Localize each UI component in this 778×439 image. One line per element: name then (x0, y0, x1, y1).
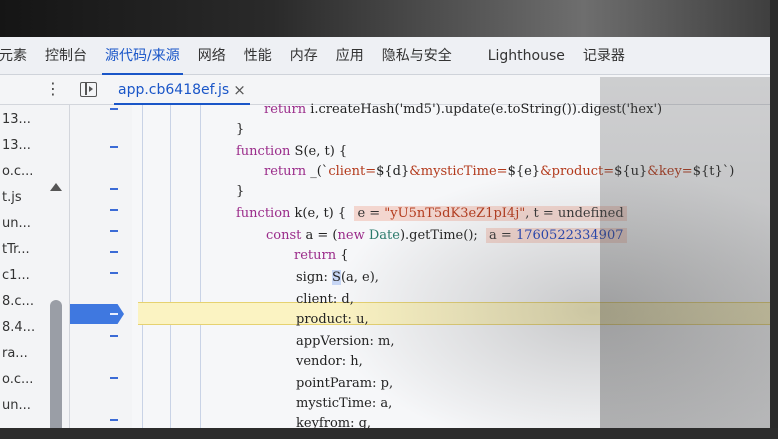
line-gutter[interactable] (70, 105, 132, 428)
code-line[interactable]: keyfrom: g, (296, 413, 371, 428)
close-icon[interactable]: × (233, 81, 246, 99)
gutter-marker (110, 419, 118, 421)
tab-application[interactable]: 应用 (327, 37, 373, 75)
code-line[interactable]: vendor: h, (296, 351, 363, 372)
inline-value-e-t: e = "yU5nT5dK3eZ1pI4j", t = undefined (354, 206, 627, 221)
navigator-item[interactable]: ra... (2, 341, 28, 367)
navigator-item[interactable]: 8.c... (2, 289, 34, 315)
gutter-marker (110, 108, 118, 110)
scroll-up-arrow-icon[interactable] (50, 183, 62, 191)
tab-sources[interactable]: 源代码/来源 (96, 37, 189, 75)
window-frame-top (0, 0, 778, 37)
navigator-item[interactable]: un... (2, 393, 31, 419)
tab-lighthouse[interactable]: Lighthouse (479, 37, 574, 75)
devtools-window: 元素 控制台 源代码/来源 网络 性能 内存 应用 隐私与安全 Lighthou… (0, 37, 770, 428)
code-line[interactable]: product: u, (296, 309, 369, 330)
code-line[interactable]: client: d, (296, 289, 354, 310)
navigator-scrollbar-thumb[interactable] (50, 300, 62, 428)
code-line-current[interactable]: sign: S(a, e), (296, 267, 379, 288)
code-line[interactable]: return { (294, 245, 349, 266)
navigator-item[interactable]: t.js (2, 185, 22, 211)
tab-console[interactable]: 控制台 (36, 37, 96, 75)
paused-execution-line (138, 302, 770, 325)
code-line[interactable]: return i.createHash('md5').update(e.toSt… (264, 99, 662, 120)
toggle-navigator-icon[interactable] (80, 82, 97, 97)
tab-network[interactable]: 网络 (189, 37, 235, 75)
file-tab-app-js[interactable]: app.cb6418ef.js × (110, 75, 254, 105)
gutter-marker (110, 272, 118, 274)
code-editor[interactable] (132, 105, 770, 428)
code-line[interactable]: mysticTime: a, (296, 393, 392, 414)
tab-memory[interactable]: 内存 (281, 37, 327, 75)
tab-recorder[interactable]: 记录器 (574, 37, 634, 75)
inline-value-a: a = 1760522334907 (486, 228, 627, 243)
code-line[interactable]: const a = (new Date).getTime(); a = 1760… (266, 225, 627, 246)
gutter-marker (110, 146, 118, 148)
devtools-main-tabs: 元素 控制台 源代码/来源 网络 性能 内存 应用 隐私与安全 Lighthou… (0, 37, 770, 75)
navigator-item[interactable]: 8.4... (2, 315, 35, 341)
code-line[interactable]: } (236, 119, 244, 140)
gutter-marker (110, 251, 118, 253)
indent-guide (170, 105, 171, 428)
gutter-marker (110, 335, 118, 337)
tab-elements[interactable]: 元素 (0, 37, 36, 75)
navigator-item[interactable]: o.c... (2, 367, 33, 393)
code-line[interactable]: appVersion: m, (296, 331, 395, 352)
breakpoint-marker[interactable] (70, 304, 124, 324)
navigator-item[interactable]: un... (2, 211, 31, 237)
file-navigator: 13... 13... o.c... t.js un... tTr... c1.… (0, 105, 70, 428)
window-frame-bottom (0, 428, 778, 439)
code-line[interactable]: function k(e, t) { e = "yU5nT5dK3eZ1pI4j… (236, 203, 627, 224)
indent-guide (200, 105, 201, 428)
gutter-marker (110, 188, 118, 190)
code-line[interactable]: } (236, 181, 244, 202)
navigator-item[interactable]: tTr... (2, 237, 30, 263)
code-line[interactable]: pointParam: p, (296, 373, 393, 394)
code-line[interactable]: return _(`client=${d}&mysticTime=${e}&pr… (264, 161, 734, 182)
file-tab-name: app.cb6418ef.js (118, 82, 230, 98)
code-line[interactable]: function S(e, t) { (236, 141, 347, 162)
gutter-marker (110, 209, 118, 211)
indent-guide (142, 105, 143, 428)
navigator-item[interactable]: 13... (2, 133, 31, 159)
window-frame-right (770, 0, 778, 439)
navigator-item[interactable]: o.c... (2, 159, 33, 185)
gutter-marker (110, 230, 118, 232)
gutter-marker (110, 377, 118, 379)
tab-privacy-security[interactable]: 隐私与安全 (373, 37, 461, 75)
more-options-icon[interactable]: ⋮ (45, 79, 61, 99)
navigator-item[interactable]: 13... (2, 107, 31, 133)
navigator-item[interactable]: c1... (2, 263, 30, 289)
tab-performance[interactable]: 性能 (235, 37, 281, 75)
